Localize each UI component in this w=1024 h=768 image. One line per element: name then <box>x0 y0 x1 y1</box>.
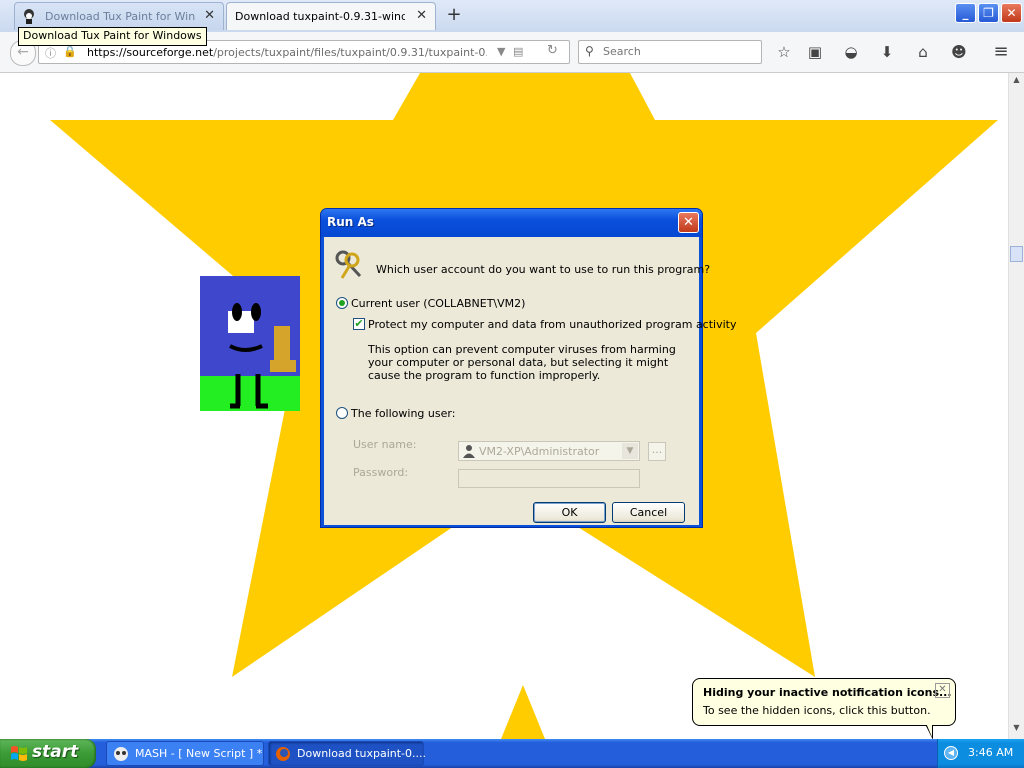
close-tab-icon[interactable]: ✕ <box>416 8 427 23</box>
tab-title: Download Tux Paint for Wind <box>45 10 195 23</box>
scroll-down-arrow-icon[interactable]: ▼ <box>1010 723 1023 737</box>
pocket-icon[interactable]: ◒ <box>840 42 862 62</box>
url-text[interactable]: https://sourceforge.net/projects/tuxpain… <box>87 46 487 59</box>
windows-flag-icon <box>11 746 27 761</box>
protect-label[interactable]: Protect my computer and data from unauth… <box>368 318 736 331</box>
current-user-label[interactable]: Current user (COLLABNET\VM2) <box>351 297 525 310</box>
user-icon <box>463 445 475 458</box>
password-label: Password: <box>353 466 409 479</box>
balloon-close-icon[interactable]: ✕ <box>935 683 950 698</box>
chevron-down-icon[interactable]: ▼ <box>622 443 638 459</box>
username-select[interactable]: VM2-XP\Administrator ▼ <box>458 441 640 461</box>
keys-icon <box>335 250 362 279</box>
scroll-up-arrow-icon[interactable]: ▲ <box>1010 75 1023 89</box>
protect-checkbox[interactable]: ✔ <box>353 318 365 330</box>
protect-explanation: This option can prevent computer viruses… <box>368 343 676 382</box>
mascot-favicon-icon <box>24 9 34 24</box>
yellow-star-tip-shape <box>501 685 545 739</box>
notification-balloon[interactable]: Hiding your inactive notification icons.… <box>692 678 956 726</box>
following-user-label[interactable]: The following user: <box>351 407 455 420</box>
bookmark-star-icon[interactable]: ☆ <box>773 42 795 62</box>
dialog-question: Which user account do you want to use to… <box>376 263 711 276</box>
balloon-text: To see the hidden icons, click this butt… <box>703 704 931 717</box>
username-value: VM2-XP\Administrator <box>479 445 600 458</box>
username-label: User name: <box>353 438 417 451</box>
dialog-title-bar[interactable]: Run As ✕ <box>321 209 702 237</box>
mash-app-icon <box>114 747 128 761</box>
tab-download-tux-paint[interactable]: Download Tux Paint for Wind ✕ <box>14 2 224 30</box>
dialog-body: Which user account do you want to use to… <box>324 237 736 525</box>
balloon-tail-fill <box>926 723 932 737</box>
start-label: start <box>32 742 79 762</box>
search-input[interactable] <box>601 44 755 59</box>
tab-tooltip: Download Tux Paint for Windows <box>18 27 207 46</box>
start-button[interactable]: start <box>0 739 96 768</box>
search-icon: ⚲ <box>585 44 594 58</box>
taskbar-item-firefox[interactable]: Download tuxpaint-0.... <box>268 741 426 766</box>
balloon-title: Hiding your inactive notification icons.… <box>703 686 952 699</box>
info-icon[interactable]: ⓘ <box>45 45 56 61</box>
dialog-close-button[interactable]: ✕ <box>678 212 699 233</box>
close-window-button[interactable]: ✕ <box>1001 3 1022 23</box>
smiley-feedback-icon[interactable]: ☻ <box>948 42 970 62</box>
scroll-thumb[interactable] <box>1010 246 1023 262</box>
url-host: https://sourceforge.net <box>87 46 214 59</box>
reader-view-icon[interactable]: ▤ <box>513 45 523 58</box>
cartoon-character-image <box>200 276 300 411</box>
taskbar: start MASH - [ New Script ] * Download t… <box>0 739 1024 768</box>
run-as-dialog: Run As ✕ Which user account do you want … <box>320 208 736 528</box>
reload-icon[interactable]: ↻ <box>547 43 558 58</box>
following-user-radio[interactable] <box>336 407 348 419</box>
lock-icon: 🔒 <box>63 45 77 58</box>
system-tray: ◀ 3:46 AM <box>937 739 1024 768</box>
home-icon[interactable]: ⌂ <box>912 42 934 62</box>
reading-list-icon[interactable]: ▣ <box>804 42 826 62</box>
page-scrollbar[interactable]: ▲ ▼ <box>1008 73 1024 739</box>
restore-window-button[interactable]: ❐ <box>978 3 999 23</box>
dropdown-arrow-icon[interactable]: ▼ <box>497 45 505 58</box>
download-arrow-icon[interactable]: ⬇ <box>876 42 898 62</box>
taskbar-item-label: Download tuxpaint-0.... <box>297 747 426 760</box>
close-tab-icon[interactable]: ✕ <box>204 8 215 23</box>
clock[interactable]: 3:46 AM <box>968 746 1013 759</box>
minimize-window-button[interactable]: _ <box>955 3 976 23</box>
taskbar-item-mash[interactable]: MASH - [ New Script ] * <box>106 741 264 766</box>
dialog-title: Run As <box>327 215 374 229</box>
hamburger-menu-icon[interactable]: ≡ <box>990 42 1012 62</box>
search-bar[interactable]: ⚲ <box>578 40 762 64</box>
current-user-radio[interactable] <box>336 297 348 309</box>
cancel-button[interactable]: Cancel <box>612 502 685 523</box>
show-hidden-icons-button[interactable]: ◀ <box>944 746 958 760</box>
taskbar-item-label: MASH - [ New Script ] * <box>135 747 263 760</box>
firefox-icon <box>276 747 290 761</box>
tab-title: Download tuxpaint-0.9.31-windo… <box>235 10 405 23</box>
new-tab-plus-icon[interactable]: + <box>444 6 464 26</box>
password-field[interactable] <box>458 469 640 488</box>
url-path: /projects/tuxpaint/files/tuxpaint/0.9.31… <box>213 46 487 59</box>
tab-download-tuxpaint-installer[interactable]: Download tuxpaint-0.9.31-windo… ✕ <box>226 2 436 30</box>
ok-button[interactable]: OK <box>533 502 606 523</box>
browse-users-button[interactable]: ... <box>648 442 666 461</box>
